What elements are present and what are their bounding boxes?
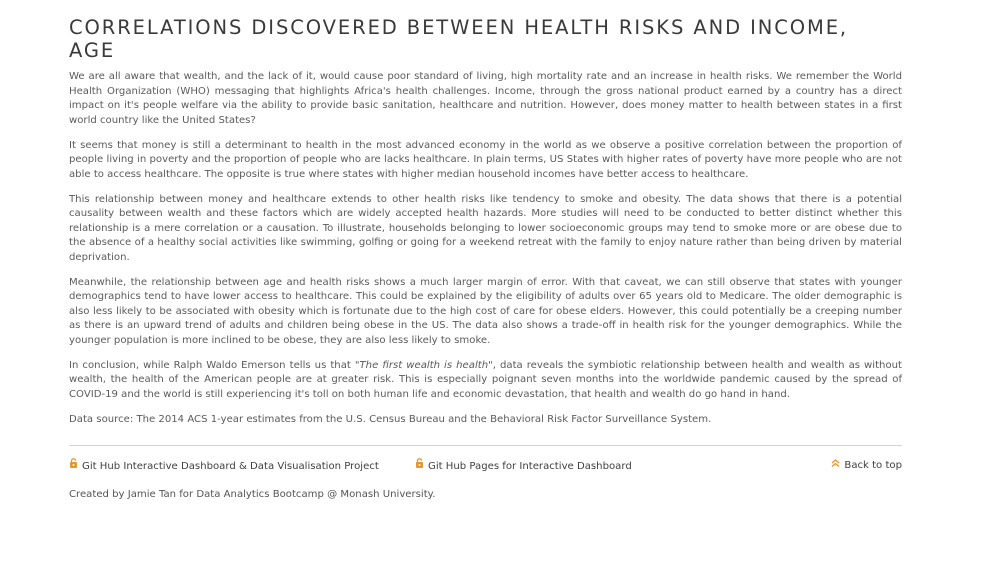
paragraph-age-health: Meanwhile, the relationship between age … (69, 276, 902, 346)
conclusion-text-start: In conclusion, while Ralph Waldo Emerson… (69, 359, 355, 371)
paragraph-conclusion: In conclusion, while Ralph Waldo Emerson… (69, 359, 902, 403)
page-title: CORRELATIONS DISCOVERED BETWEEN HEALTH R… (69, 16, 849, 62)
data-source: Data source: The 2014 ACS 1-year estimat… (69, 413, 712, 425)
github-pages-label: Git Hub Pages for Interactive Dashboard (428, 460, 632, 472)
footer-links: Git Hub Interactive Dashboard & Data Vis… (69, 458, 902, 474)
credit-line: Created by Jamie Tan for Data Analytics … (69, 489, 436, 500)
back-to-top-label: Back to top (844, 460, 902, 471)
emerson-quote: "The first wealth is health" (354, 359, 493, 371)
page-content: CORRELATIONS DISCOVERED BETWEEN HEALTH R… (69, 16, 902, 502)
github-dashboard-project-label: Git Hub Interactive Dashboard & Data Vis… (82, 460, 379, 472)
github-pages-link[interactable]: Git Hub Pages for Interactive Dashboard (415, 458, 632, 475)
github-icon (69, 458, 78, 475)
paragraph-wealth-health: We are all aware that wealth, and the la… (69, 71, 902, 126)
paragraph-smoking-obesity: This relationship between money and heal… (69, 193, 902, 263)
github-dashboard-project-link[interactable]: Git Hub Interactive Dashboard & Data Vis… (69, 458, 379, 475)
github-icon (415, 458, 424, 475)
paragraph-poverty-healthcare: It seems that money is still a determina… (69, 139, 902, 180)
footer-divider (69, 445, 902, 446)
back-to-top-link[interactable]: Back to top (831, 458, 902, 474)
double-chevron-up-icon (831, 458, 840, 474)
